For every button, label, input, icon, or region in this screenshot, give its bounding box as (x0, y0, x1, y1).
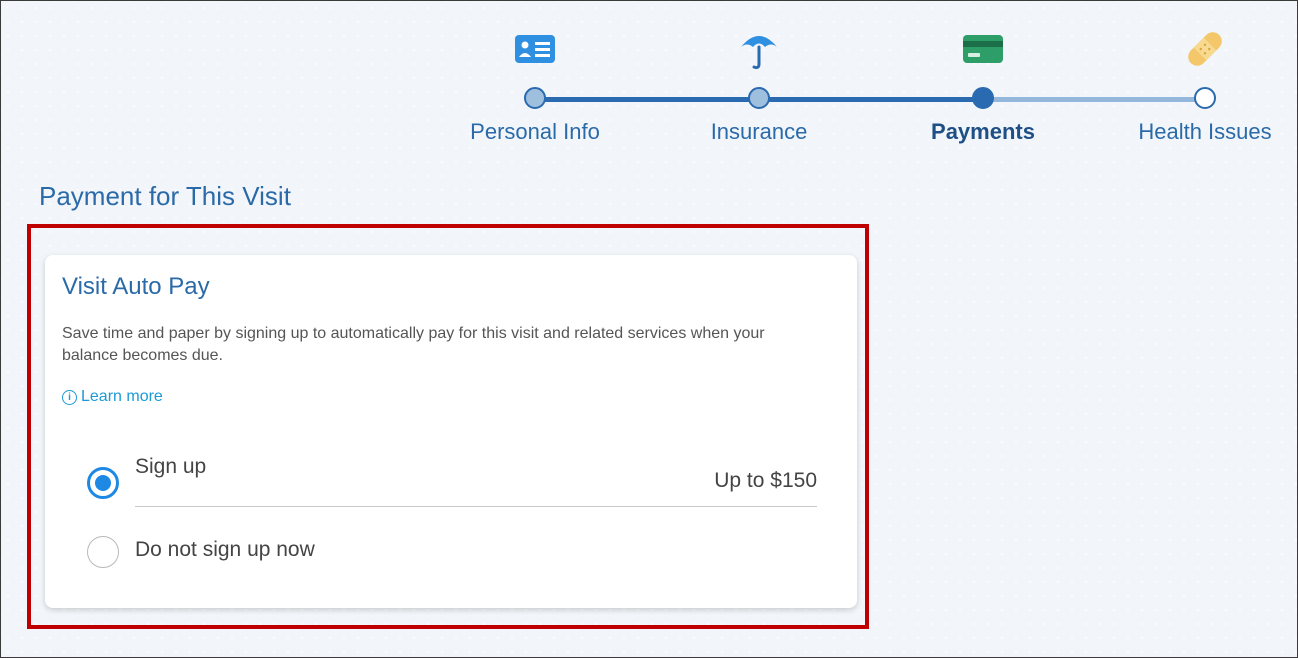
card-title: Visit Auto Pay (62, 273, 210, 300)
step-label: Payments (931, 119, 1035, 144)
option-label: Sign up (135, 455, 207, 478)
step-dot (748, 87, 770, 109)
divider (135, 506, 817, 507)
umbrella-icon (741, 36, 777, 70)
page-frame: Personal Info Insurance Payments Health … (0, 0, 1298, 658)
step-label: Personal Info (470, 119, 600, 144)
option-sign-up[interactable]: Sign up Up to $150 (87, 455, 817, 511)
option-do-not-sign-up[interactable]: Do not sign up now (87, 534, 817, 574)
option-amount: Up to $150 (714, 469, 817, 492)
step-dot (1194, 87, 1216, 109)
step-personal-info[interactable]: Personal Info (455, 1, 615, 161)
step-insurance[interactable]: Insurance (679, 1, 839, 161)
option-label: Do not sign up now (135, 538, 315, 561)
step-health-issues[interactable]: Health Issues (1125, 1, 1285, 161)
step-label: Health Issues (1138, 119, 1272, 144)
progress-stepper: Personal Info Insurance Payments Health … (1, 1, 1297, 161)
step-payments[interactable]: Payments (903, 1, 1063, 161)
info-icon: i (62, 389, 77, 405)
credit-card-icon (963, 35, 1003, 63)
step-label: Insurance (710, 119, 808, 144)
step-dot (972, 87, 994, 109)
sign-up-radio[interactable] (87, 467, 119, 499)
learn-more-label: Learn more (81, 388, 163, 405)
learn-more-link[interactable]: i Learn more (62, 388, 163, 406)
card-description: Save time and paper by signing up to aut… (62, 325, 765, 364)
do-not-sign-up-radio[interactable] (87, 536, 119, 568)
visit-auto-pay-card: Visit Auto Pay Save time and paper by si… (45, 255, 857, 608)
bandage-icon (1188, 32, 1222, 66)
step-dot (524, 87, 546, 109)
id-card-icon (515, 35, 555, 63)
page-title: Payment for This Visit (39, 181, 291, 211)
